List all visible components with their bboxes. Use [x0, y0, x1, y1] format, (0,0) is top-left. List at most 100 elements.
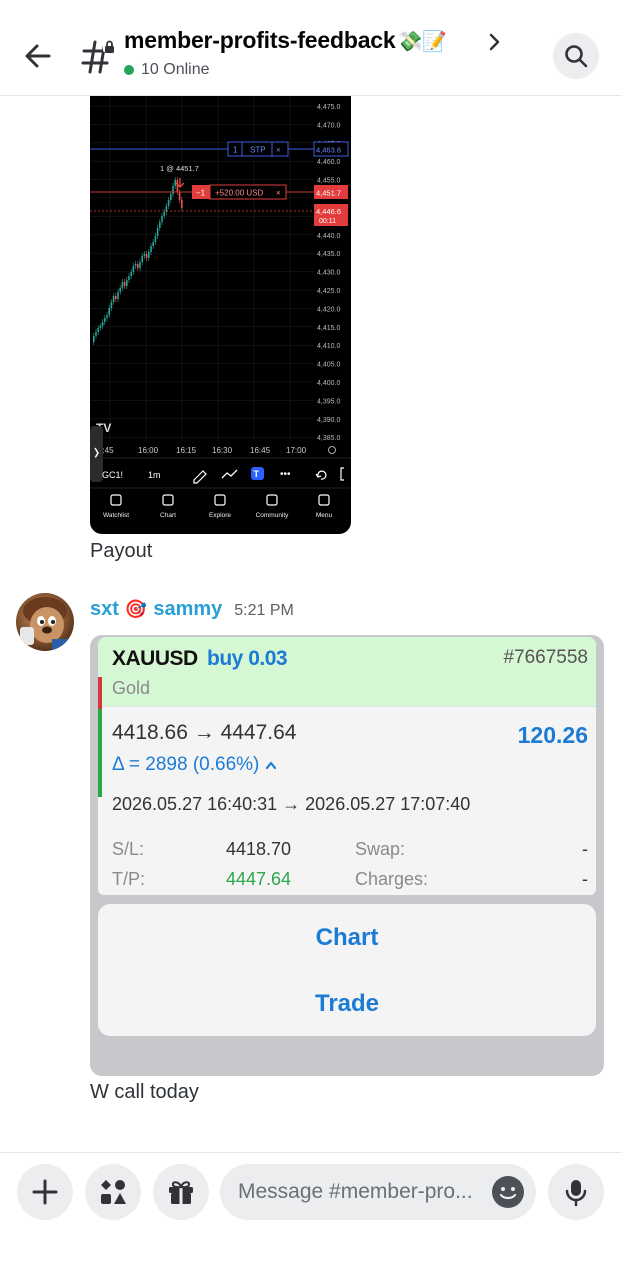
- svg-text:1 @ 4451.7: 1 @ 4451.7: [160, 164, 199, 173]
- trading-chart-image: 4,475.04,470.04,465.04,460.04,455.04,440…: [90, 96, 351, 519]
- candle: [132, 266, 135, 272]
- candle: [112, 296, 115, 302]
- candle: [93, 336, 95, 342]
- price-axis-label: 4,405.0: [317, 362, 340, 369]
- swap-label: Swap:: [355, 839, 406, 859]
- candle: [106, 315, 108, 318]
- nav-chart-label: Chart: [160, 512, 176, 519]
- nav-community-icon: [266, 494, 278, 506]
- trading-chart-attachment[interactable]: 4,475.04,470.04,465.04,460.04,455.04,440…: [90, 96, 351, 534]
- candle: [141, 256, 143, 262]
- nav-menu-icon: [318, 494, 330, 506]
- trade-button[interactable]: Trade: [98, 990, 596, 1018]
- candle: [97, 328, 99, 332]
- author-emoji: 🎯: [124, 599, 148, 619]
- trade-prices: 4418.66 → 4447.64: [112, 721, 297, 744]
- svg-text:GC1!: GC1!: [102, 470, 123, 480]
- trade-profit: 120.26: [517, 722, 588, 748]
- price-axis-label: 4,440.0: [317, 233, 340, 240]
- emoji-icon[interactable]: [492, 1176, 524, 1208]
- online-dot-icon: [124, 65, 134, 75]
- gift-button[interactable]: [153, 1164, 209, 1220]
- chevron-right-icon[interactable]: [487, 31, 503, 53]
- candle: [159, 222, 161, 228]
- channel-header: member-profits-feedback 💸📝 10 Online: [0, 0, 621, 96]
- candle: [110, 302, 113, 308]
- message-author-row: sxt 🎯 sammy 5:21 PM: [90, 598, 294, 621]
- candle: [152, 242, 154, 246]
- candle: [139, 262, 141, 268]
- add-attachment-button[interactable]: [17, 1164, 73, 1220]
- apps-button[interactable]: [85, 1164, 141, 1220]
- candle: [161, 216, 163, 222]
- price-axis-label: 4,430.0: [317, 270, 340, 277]
- sl-label: S/L:: [112, 839, 145, 859]
- voice-message-button[interactable]: [548, 1164, 604, 1220]
- trade-details-attachment[interactable]: XAUUSD buy 0.03 #7667558 Gold 4418.66 → …: [90, 635, 604, 1076]
- online-status: 10 Online: [124, 61, 210, 79]
- message-text-w-call: W call today: [90, 1081, 199, 1103]
- channel-name-text: member-profits-feedback: [124, 27, 396, 53]
- time-axis-label: 16:45: [250, 446, 271, 455]
- action-sheet: Chart Trade: [98, 904, 596, 1036]
- candle: [126, 280, 128, 286]
- candle: [167, 200, 170, 206]
- chart-button[interactable]: Chart: [98, 924, 596, 952]
- candle: [154, 236, 157, 242]
- nav-community-label: Community: [256, 512, 290, 519]
- price-axis-label: 4,400.0: [317, 380, 340, 387]
- time-axis-label: 16:00: [138, 446, 159, 455]
- gift-icon: [169, 1181, 193, 1204]
- price-axis-label: 4,420.0: [317, 306, 340, 313]
- back-arrow-icon[interactable]: [18, 36, 58, 76]
- trade-symbol-line: XAUUSD buy 0.03: [112, 647, 288, 671]
- price-axis-label: 4,395.0: [317, 398, 340, 405]
- candle: [104, 318, 106, 322]
- svg-text:1m: 1m: [148, 470, 161, 480]
- svg-text:4,446.6: 4,446.6: [316, 207, 341, 216]
- trade-symbol: XAUUSD: [112, 647, 198, 670]
- trade-times: 2026.05.27 16:40:31 → 2026.05.27 17:07:4…: [112, 794, 471, 814]
- trade-delta-text: Δ = 2898 (0.66%): [112, 754, 260, 775]
- author-name[interactable]: sammy: [153, 598, 222, 621]
- price-axis-label: 4,415.0: [317, 325, 340, 332]
- price-axis-label: 4,390.0: [317, 417, 340, 424]
- price-axis-label: 4,455.0: [317, 178, 340, 185]
- price-axis-label: 4,425.0: [317, 288, 340, 295]
- trade-stripe-top: [98, 677, 102, 709]
- price-axis-label: 4,460.0: [317, 159, 340, 166]
- charges-label: Charges:: [355, 869, 429, 889]
- svg-text:T: T: [254, 469, 260, 479]
- channel-title[interactable]: member-profits-feedback 💸📝: [124, 27, 447, 54]
- candle: [150, 246, 152, 252]
- author-prefix[interactable]: sxt: [90, 598, 119, 621]
- trade-delta: Δ = 2898 (0.66%): [112, 754, 277, 776]
- candle: [119, 288, 121, 292]
- candle: [95, 332, 97, 336]
- nav-explore-label: Explore: [209, 512, 231, 519]
- sl-value: 4418.70: [226, 839, 292, 859]
- svg-text:1: 1: [233, 146, 238, 155]
- position-label: −1 +520.00 USD × 4,451.7: [192, 184, 348, 200]
- swap-value: -: [582, 839, 588, 859]
- candle: [115, 296, 117, 299]
- time-axis-label: 16:30: [212, 446, 233, 455]
- svg-text:•••: •••: [280, 469, 291, 480]
- candle: [176, 180, 179, 192]
- time-axis-label: 16:15: [176, 446, 197, 455]
- svg-text:+520.00 USD: +520.00 USD: [215, 189, 263, 198]
- nav-chart-icon: [162, 494, 174, 506]
- online-count: 10 Online: [141, 61, 210, 78]
- tp-label: T/P:: [112, 869, 146, 889]
- search-button[interactable]: [553, 33, 599, 79]
- candle: [170, 194, 172, 200]
- message-input[interactable]: Message #member-pro...: [220, 1164, 536, 1220]
- candle: [123, 282, 126, 286]
- trade-description: Gold: [112, 678, 151, 698]
- candle: [99, 326, 102, 328]
- candle: [172, 186, 174, 194]
- svg-text:00:11: 00:11: [319, 218, 336, 225]
- user-avatar[interactable]: [16, 593, 74, 651]
- price-axis-label: 4,475.0: [317, 104, 340, 111]
- candle: [145, 254, 148, 258]
